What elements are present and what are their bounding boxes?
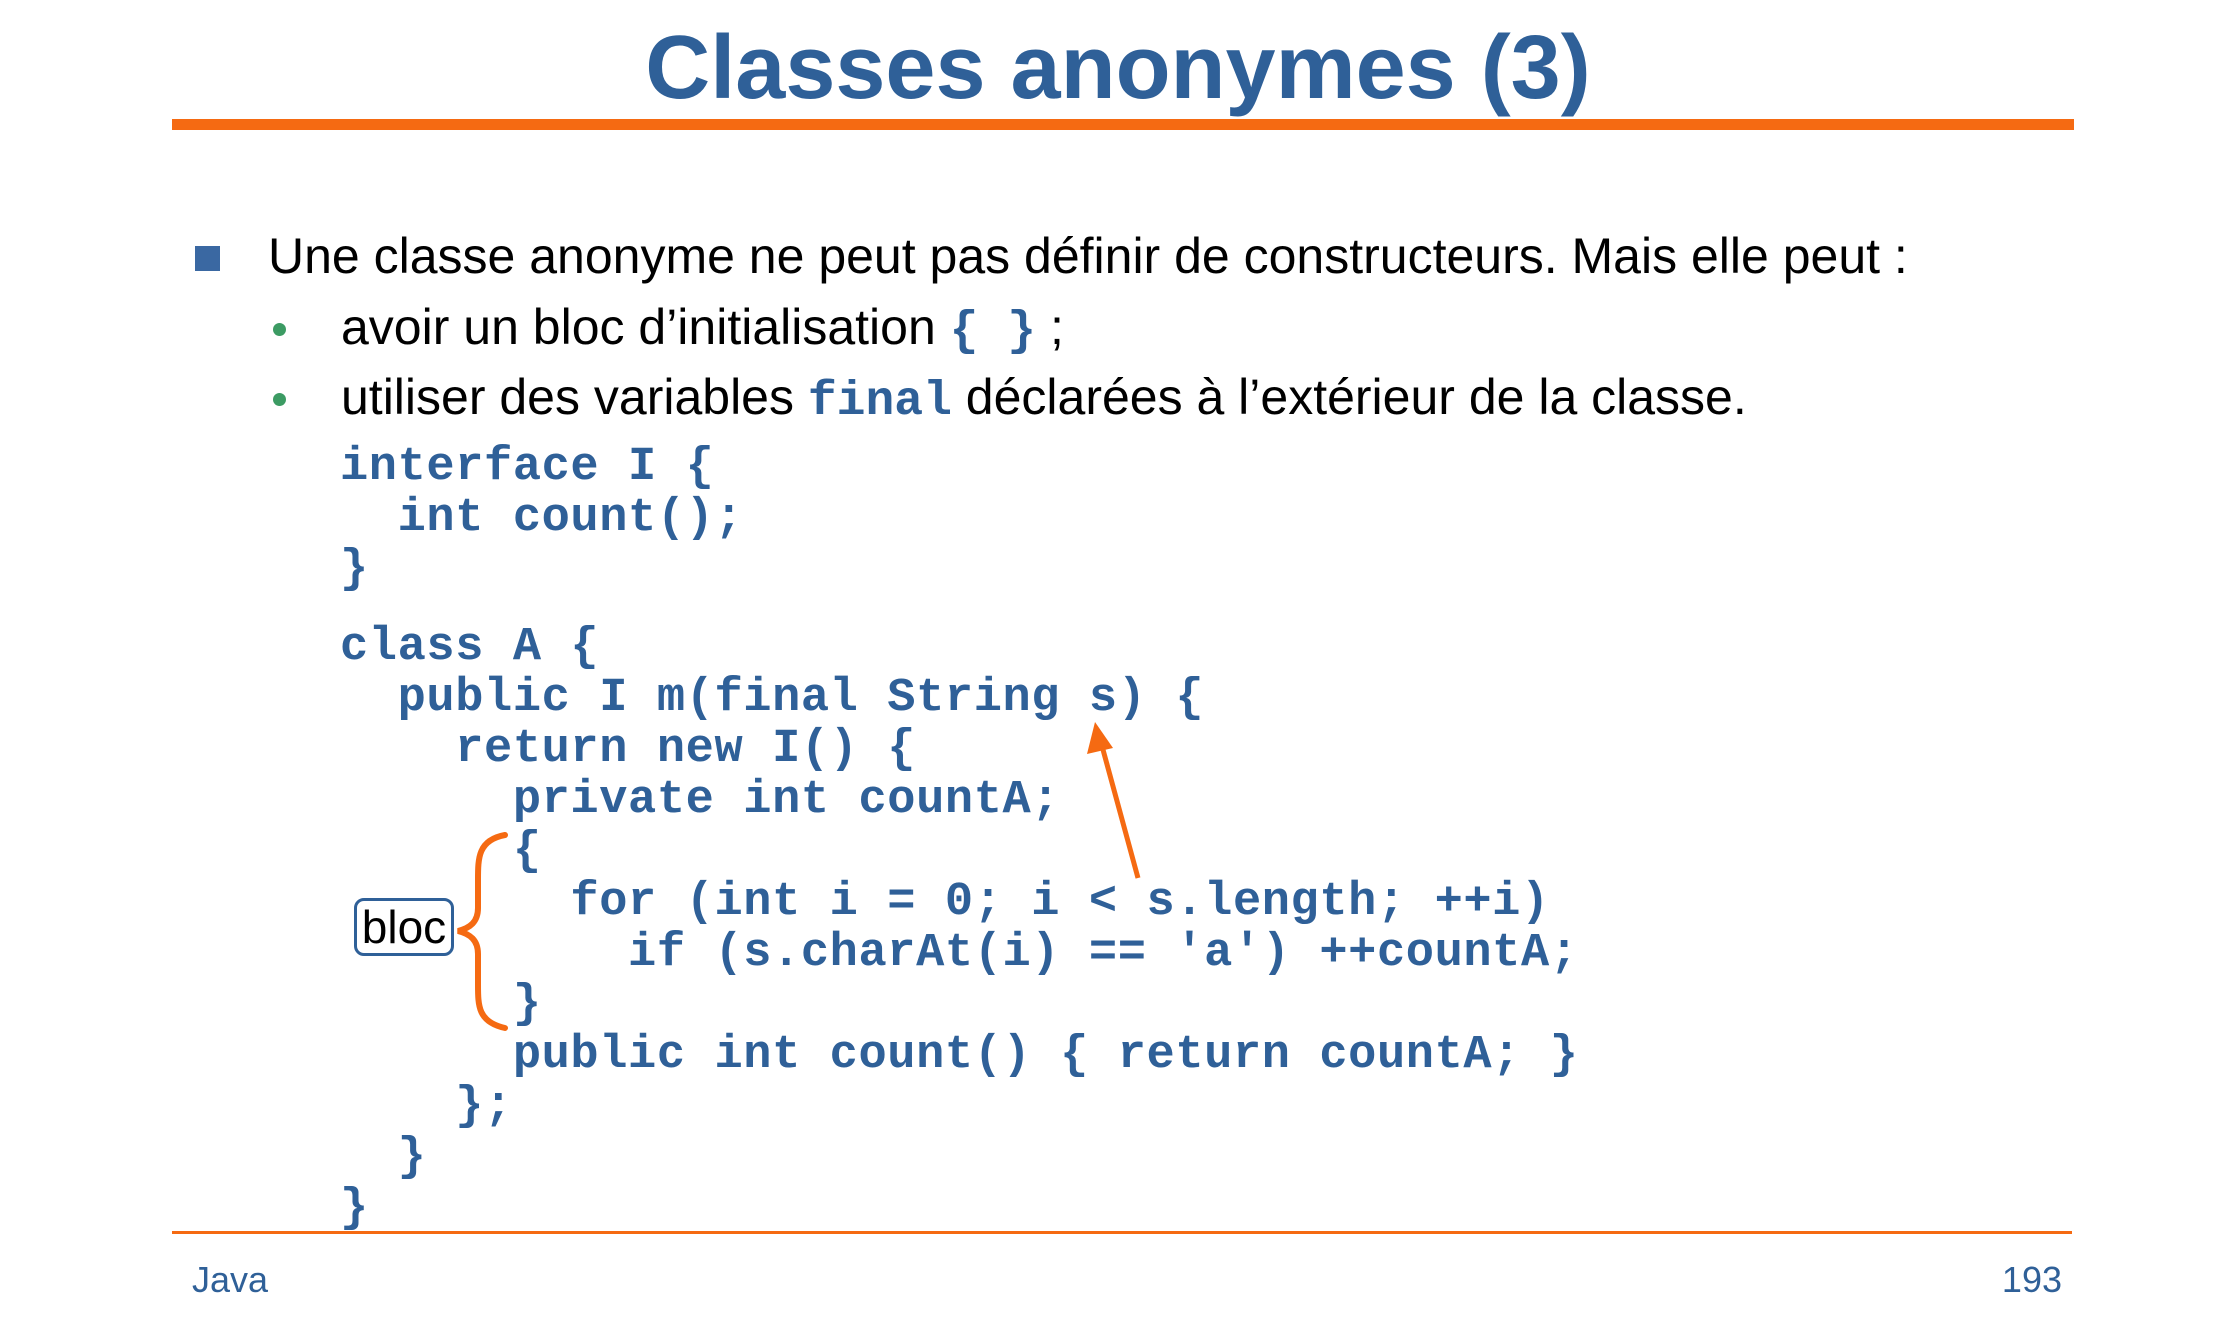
bullet-text: utiliser des variables: [341, 369, 808, 425]
code-line: };: [340, 1080, 513, 1133]
bullet-text: déclarées à l’extérieur de la classe.: [951, 369, 1747, 425]
inline-code: { }: [949, 305, 1037, 359]
bullet-text: ;: [1036, 299, 1064, 355]
code-line: if (s.charAt(i) == 'a') ++countA;: [340, 927, 1579, 980]
round-bullet-icon: [273, 323, 286, 336]
title-underline: [172, 119, 2074, 130]
slide-title: Classes anonymes (3): [645, 18, 1591, 118]
code-line: private int countA;: [340, 774, 1061, 827]
code-line: }: [340, 978, 542, 1031]
code-line: public I m(final String s) {: [340, 672, 1205, 725]
square-bullet-icon: [195, 246, 220, 271]
bullet-item-final-vars: utiliser des variables final déclarées à…: [341, 367, 1747, 432]
round-bullet-icon: [273, 393, 286, 406]
code-line: }: [340, 543, 369, 596]
slide: Classes anonymes (3) Une classe anonyme …: [0, 0, 2236, 1326]
bullet-item-initializer: avoir un bloc d’initialisation { } ;: [341, 297, 1064, 362]
code-line: int count();: [340, 492, 744, 545]
arrowhead-icon: [1087, 722, 1113, 754]
intro-text: Une classe anonyme ne peut pas définir d…: [268, 228, 1908, 284]
bloc-label: bloc: [354, 898, 454, 956]
footer-left: Java: [192, 1259, 269, 1300]
footer-rule: [172, 1231, 2072, 1234]
code-line: }: [340, 1131, 427, 1184]
code-line: interface I {: [340, 441, 715, 494]
inline-code: final: [807, 375, 952, 429]
code-line: return new I() {: [340, 723, 917, 776]
bullet-text: avoir un bloc d’initialisation: [341, 299, 950, 355]
code-line: {: [340, 825, 542, 878]
code-line: for (int i = 0; i < s.length; ++i): [340, 876, 1550, 929]
page-number: 193: [2001, 1259, 2062, 1300]
arrow-icon: [1099, 745, 1141, 879]
code-line: public int count() { return countA; }: [340, 1029, 1579, 1082]
annotation-overlay: [457, 722, 1141, 1031]
code-line: }: [340, 1182, 369, 1235]
code-line: class A {: [340, 621, 600, 674]
